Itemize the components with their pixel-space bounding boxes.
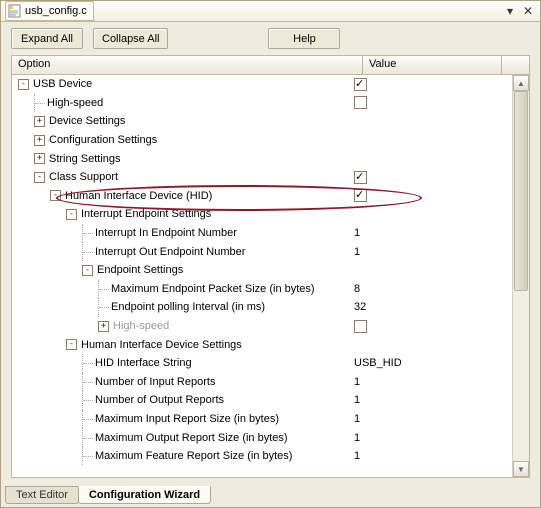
label-int-out-ep: Interrupt Out Endpoint Number	[95, 246, 245, 258]
label-hid-settings: Human Interface Device Settings	[81, 339, 242, 351]
row-usb-device[interactable]: -USB Device	[12, 75, 513, 94]
collapse-icon[interactable]: -	[82, 265, 93, 276]
row-int-in-ep[interactable]: Interrupt In Endpoint Number 1	[12, 224, 513, 243]
column-headers: Option Value	[12, 56, 529, 75]
label-ep-settings: Endpoint Settings	[97, 264, 183, 276]
close-button[interactable]: ✕	[520, 3, 536, 19]
row-max-in-rep[interactable]: Maximum Input Report Size (in bytes) 1	[12, 410, 513, 429]
expand-icon[interactable]: +	[98, 321, 109, 332]
label-int-ep-settings: Interrupt Endpoint Settings	[81, 208, 211, 220]
value-num-out-rep[interactable]: 1	[354, 394, 360, 406]
value-max-feat-rep[interactable]: 1	[354, 450, 360, 462]
label-config-settings: Configuration Settings	[49, 134, 157, 146]
tab-config-wizard[interactable]: Configuration Wizard	[78, 486, 211, 504]
row-config-settings[interactable]: + Configuration Settings	[12, 131, 513, 150]
check-class-support[interactable]	[354, 171, 367, 184]
label-hid-if-str: HID Interface String	[95, 357, 192, 369]
help-button[interactable]: Help	[268, 28, 340, 49]
label-int-in-ep: Interrupt In Endpoint Number	[95, 227, 237, 239]
tab-text-editor[interactable]: Text Editor	[5, 486, 79, 504]
row-num-in-rep[interactable]: Number of Input Reports 1	[12, 373, 513, 392]
dropdown-button[interactable]: ▾	[502, 3, 518, 19]
tree-rows: -USB Device High-speed +Device Settings …	[12, 75, 513, 477]
label-string-settings: String Settings	[49, 153, 121, 165]
value-int-in-ep[interactable]: 1	[354, 227, 360, 239]
row-device-settings[interactable]: + Device Settings	[12, 112, 513, 131]
row-num-out-rep[interactable]: Number of Output Reports 1	[12, 391, 513, 410]
label-device-settings: Device Settings	[49, 115, 125, 127]
titlebar: usb_config.c ▾ ✕	[1, 1, 540, 22]
label-class-support: Class Support	[49, 171, 118, 183]
file-c-icon	[8, 4, 22, 18]
row-hid-if-str[interactable]: HID Interface String USB_HID	[12, 354, 513, 373]
row-string-settings[interactable]: + String Settings	[12, 149, 513, 168]
expand-all-button[interactable]: Expand All	[11, 28, 83, 49]
scroll-up-button[interactable]: ▲	[513, 75, 529, 91]
value-max-ep-pkt[interactable]: 8	[354, 283, 360, 295]
collapse-icon[interactable]: -	[18, 79, 29, 90]
tree-area: -USB Device High-speed +Device Settings …	[12, 75, 529, 477]
collapse-icon[interactable]: -	[50, 190, 61, 201]
expand-icon[interactable]: +	[34, 135, 45, 146]
config-window: usb_config.c ▾ ✕ Expand All Collapse All…	[0, 0, 541, 508]
row-class-support[interactable]: -Class Support	[12, 168, 513, 187]
scrollbar[interactable]: ▲ ▼	[512, 75, 529, 477]
check-hid[interactable]	[354, 189, 367, 202]
label-max-in-rep: Maximum Input Report Size (in bytes)	[95, 413, 279, 425]
label-max-ep-pkt: Maximum Endpoint Packet Size (in bytes)	[111, 283, 315, 295]
collapse-icon[interactable]: -	[66, 339, 77, 350]
row-max-feat-rep[interactable]: Maximum Feature Report Size (in bytes) 1	[12, 447, 513, 466]
value-num-in-rep[interactable]: 1	[354, 376, 360, 388]
scroll-down-button[interactable]: ▼	[513, 461, 529, 477]
value-max-out-rep[interactable]: 1	[354, 432, 360, 444]
label-ep-poll: Endpoint polling Interval (in ms)	[111, 301, 265, 313]
row-max-out-rep[interactable]: Maximum Output Report Size (in bytes) 1	[12, 428, 513, 447]
expand-icon[interactable]: +	[34, 116, 45, 127]
collapse-icon[interactable]: -	[66, 209, 77, 220]
expand-icon[interactable]: +	[34, 153, 45, 164]
row-max-ep-pkt[interactable]: Maximum Endpoint Packet Size (in bytes) …	[12, 280, 513, 299]
value-max-in-rep[interactable]: 1	[354, 413, 360, 425]
label-max-out-rep: Maximum Output Report Size (in bytes)	[95, 432, 288, 444]
collapse-all-button[interactable]: Collapse All	[93, 28, 168, 49]
bottom-tab-strip: Text Editor Configuration Wizard	[1, 482, 540, 507]
row-high-speed-2: + High-speed	[12, 317, 513, 336]
row-hid-settings[interactable]: -Human Interface Device Settings	[12, 335, 513, 354]
label-hid: Human Interface Device (HID)	[65, 190, 212, 202]
collapse-icon[interactable]: -	[34, 172, 45, 183]
file-tab-label: usb_config.c	[25, 5, 87, 17]
scroll-thumb[interactable]	[514, 91, 528, 291]
value-hid-if-str[interactable]: USB_HID	[354, 357, 402, 369]
label-high-speed-2: High-speed	[113, 320, 169, 332]
value-ep-poll[interactable]: 32	[354, 301, 366, 313]
row-int-ep-settings[interactable]: -Interrupt Endpoint Settings	[12, 205, 513, 224]
label-num-out-rep: Number of Output Reports	[95, 394, 224, 406]
row-ep-settings[interactable]: -Endpoint Settings	[12, 261, 513, 280]
check-high-speed[interactable]	[354, 96, 367, 109]
col-option-header[interactable]: Option	[12, 56, 363, 74]
toolbar: Expand All Collapse All Help	[1, 22, 540, 55]
col-value-header[interactable]: Value	[363, 56, 502, 74]
label-max-feat-rep: Maximum Feature Report Size (in bytes)	[95, 450, 292, 462]
check-high-speed-2	[354, 320, 367, 333]
tree-panel: Option Value -USB Device High-speed	[11, 55, 530, 478]
label-high-speed: High-speed	[47, 97, 103, 109]
row-hid[interactable]: -Human Interface Device (HID)	[12, 187, 513, 206]
check-usb-device[interactable]	[354, 78, 367, 91]
file-tab[interactable]: usb_config.c	[5, 1, 94, 21]
row-int-out-ep[interactable]: Interrupt Out Endpoint Number 1	[12, 242, 513, 261]
label-num-in-rep: Number of Input Reports	[95, 376, 215, 388]
row-high-speed[interactable]: High-speed	[12, 94, 513, 113]
value-int-out-ep[interactable]: 1	[354, 246, 360, 258]
row-ep-poll[interactable]: Endpoint polling Interval (in ms) 32	[12, 298, 513, 317]
label-usb-device: USB Device	[33, 78, 92, 90]
